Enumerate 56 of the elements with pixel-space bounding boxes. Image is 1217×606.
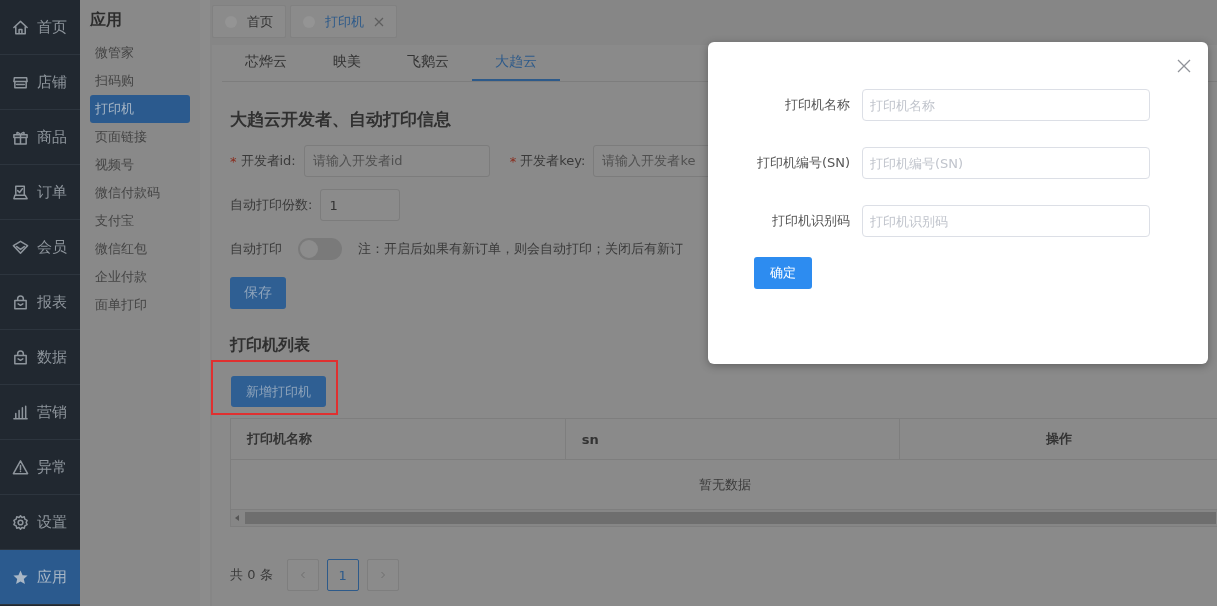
submenu-item[interactable]: 企业付款 <box>90 263 190 291</box>
empty-message: 暂无数据 <box>698 475 751 494</box>
input-field[interactable]: 打印机识别码 <box>862 205 1150 237</box>
submenu-item[interactable]: 扫码购 <box>90 67 190 95</box>
submenu-item[interactable]: 微信付款码 <box>90 179 190 207</box>
provider-tab[interactable]: 芯烨云 <box>222 45 310 81</box>
submenu-item[interactable]: 微管家 <box>90 39 190 67</box>
note-text: 注：开启后如果有新订单，则会自动打印；关闭后有新订 <box>358 240 683 258</box>
input-field[interactable]: 1 <box>320 189 401 221</box>
input-field[interactable]: 打印机名称 <box>862 89 1150 121</box>
bag-icon <box>12 293 29 311</box>
submenu-item[interactable]: 微信红包 <box>90 235 190 263</box>
submenu-item[interactable]: 页面链接 <box>90 123 190 151</box>
required-mark: * <box>230 153 237 169</box>
column-header: sn <box>565 419 901 459</box>
close-icon[interactable] <box>374 16 384 27</box>
confirm-button[interactable]: 确定 <box>754 257 812 289</box>
column-header: 操作 <box>1045 430 1074 448</box>
field-label: 开发者id: <box>240 152 296 170</box>
bar-chart-icon <box>12 403 29 421</box>
total-count: 共 0 条 <box>230 566 273 584</box>
submenu-item[interactable]: 面单打印 <box>90 291 190 319</box>
scroll-left-icon <box>233 514 241 522</box>
page-tab[interactable]: 首页 <box>212 5 286 38</box>
add-printer-button[interactable]: 新增打印机 <box>231 376 326 407</box>
page-tab[interactable]: 打印机 <box>290 5 397 38</box>
submenu-item[interactable]: 视频号 <box>90 151 190 179</box>
close-icon[interactable] <box>1177 59 1191 73</box>
field-label: 打印机识别码 <box>771 212 851 230</box>
home-icon <box>12 18 29 36</box>
warning-icon <box>12 458 29 476</box>
field-label: 自动打印 <box>230 240 282 258</box>
save-button[interactable]: 保存 <box>230 277 286 309</box>
input-field[interactable]: 打印机编号(SN) <box>862 147 1150 179</box>
section-title: 大趋云开发者、自动打印信息 <box>230 108 452 131</box>
provider-tab[interactable]: 映美 <box>310 45 384 81</box>
section-title: 打印机列表 <box>230 335 311 356</box>
scrollbar[interactable] <box>231 510 1217 526</box>
settings-icon <box>12 513 29 531</box>
column-header: 打印机名称 <box>231 419 566 459</box>
field-label: 自动打印份数: <box>230 196 313 214</box>
submenu-item[interactable]: 打印机 <box>90 95 190 123</box>
star-icon <box>12 568 29 586</box>
field-label: 打印机名称 <box>784 96 851 114</box>
required-mark: * <box>509 153 517 169</box>
field-label: 打印机编号(SN) <box>755 154 851 172</box>
page-button[interactable]: 1 <box>326 559 359 591</box>
provider-tab[interactable]: 大趋云 <box>472 45 560 81</box>
submenu-title: 应用 <box>90 10 123 31</box>
clipboard-icon <box>12 183 29 201</box>
provider-tab[interactable]: 飞鹅云 <box>384 45 472 81</box>
sidebar-item[interactable]: 应用 <box>0 550 80 605</box>
diamond-icon <box>12 238 29 256</box>
bag-icon <box>12 348 29 366</box>
submenu-item[interactable]: 支付宝 <box>90 207 190 235</box>
field-label: 开发者key: <box>520 152 586 170</box>
